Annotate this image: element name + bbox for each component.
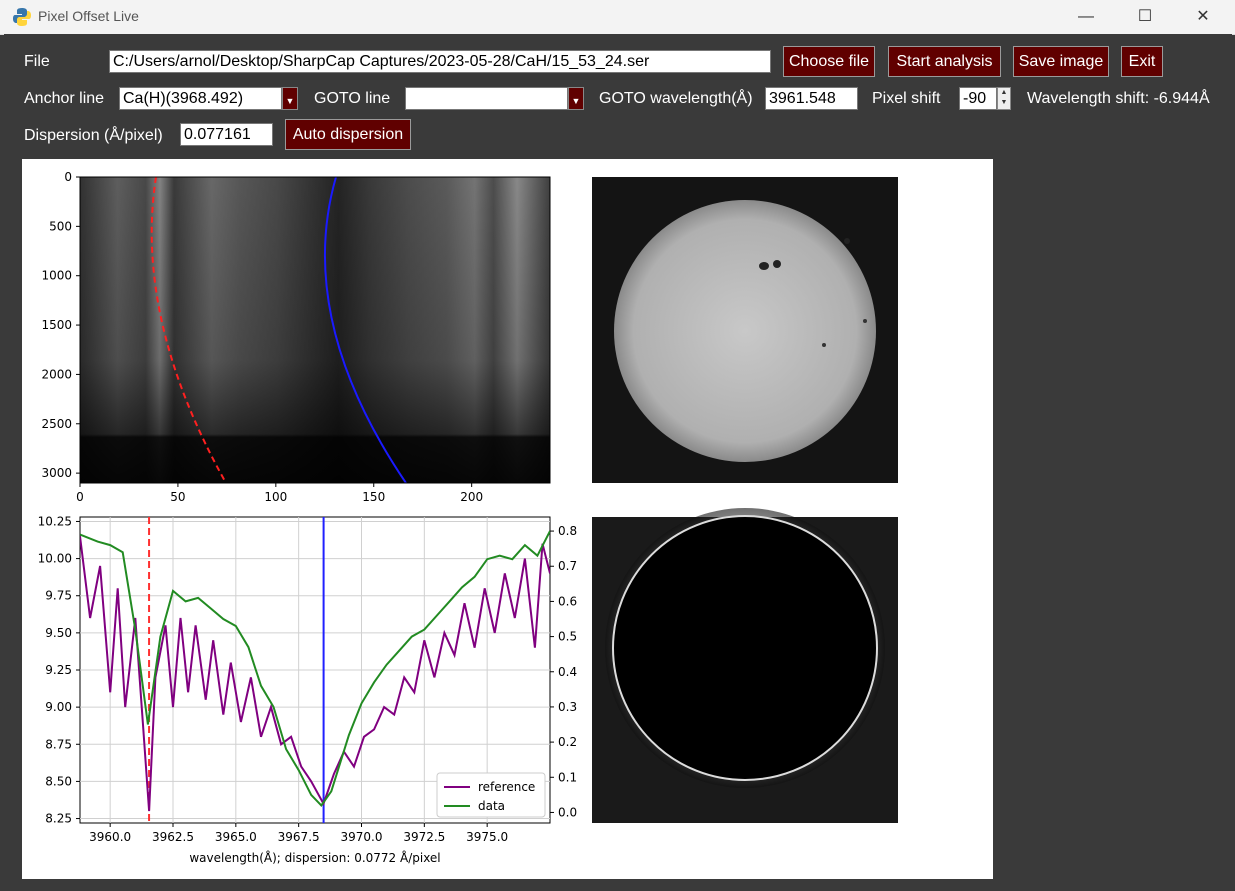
y-right-tick-label: 0.2 — [558, 735, 577, 749]
x-tick-label: 150 — [362, 490, 385, 504]
x-tick-label: 100 — [264, 490, 287, 504]
save-image-button[interactable]: Save image — [1013, 46, 1109, 77]
spectrum-profile-chart: 3960.0 3962.5 3965.0 3967.5 3970.0 3972.5 3975… — [38, 514, 577, 865]
goto-line-label: GOTO line — [314, 90, 391, 107]
y-tick-label: 9.25 — [45, 663, 72, 677]
legend: reference data — [436, 772, 546, 818]
anchor-line-label: Anchor line — [24, 90, 105, 107]
sunspot — [822, 343, 826, 347]
y-right-tick-label: 0.1 — [558, 770, 577, 784]
corona-panel — [592, 508, 898, 823]
y-tick-label: 9.00 — [45, 700, 72, 714]
y-tick-label: 1000 — [41, 269, 72, 283]
y-tick-label: 10.00 — [38, 552, 72, 566]
y-tick-label: 8.25 — [45, 812, 72, 826]
legend-data-label: data — [478, 799, 505, 813]
x-tick-label: 3975.0 — [466, 830, 508, 844]
y-right-tick-label: 0.5 — [558, 630, 577, 644]
stepper-down-icon[interactable]: ▼ — [998, 98, 1010, 108]
y-tick-label: 2000 — [41, 367, 72, 381]
wavelength-shift-readout: Wavelength shift: -6.944Å — [1027, 90, 1210, 107]
x-tick-label: 3960.0 — [89, 830, 131, 844]
y-tick-label: 500 — [49, 219, 72, 233]
x-tick-label: 3967.5 — [278, 830, 320, 844]
auto-dispersion-button[interactable]: Auto dispersion — [285, 119, 411, 150]
profile-xlabel: wavelength(Å); dispersion: 0.0772 Å/pixe… — [189, 850, 440, 865]
goto-line-select[interactable] — [405, 87, 568, 110]
x-tick-label: 3970.0 — [340, 830, 382, 844]
maximize-button[interactable]: ☐ — [1122, 0, 1168, 34]
sunspot — [773, 260, 781, 268]
anchor-line-dropdown-icon[interactable]: ▼ — [282, 87, 298, 110]
minimize-button[interactable]: — — [1063, 0, 1109, 34]
legend-reference-label: reference — [478, 780, 535, 794]
x-tick-label: 3965.0 — [215, 830, 257, 844]
start-analysis-button[interactable]: Start analysis — [888, 46, 1001, 77]
pixel-shift-input[interactable]: -90 — [959, 87, 997, 110]
goto-wavelength-input[interactable]: 3961.548 — [765, 87, 858, 110]
figure-canvas: 0 50 100 150 200 0 500 1000 1500 2000 2500 3000 39… — [22, 159, 993, 879]
file-path-input[interactable]: C:/Users/arnol/Desktop/SharpCap Captures… — [109, 50, 771, 73]
x-tick-label: 50 — [170, 490, 185, 504]
sunspot — [863, 319, 867, 323]
y-tick-label: 2500 — [41, 417, 72, 431]
goto-wavelength-label: GOTO wavelength(Å) — [599, 90, 753, 107]
occulted-disk-image — [612, 515, 878, 781]
y-right-tick-label: 0.4 — [558, 665, 577, 679]
x-tick-label: 3962.5 — [152, 830, 194, 844]
x-tick-label: 0 — [76, 490, 84, 504]
y-right-tick-label: 0.6 — [558, 594, 577, 608]
y-tick-label: 1500 — [41, 318, 72, 332]
figure-svg: 0 50 100 150 200 0 500 1000 1500 2000 2500 3000 39… — [38, 170, 898, 865]
y-tick-label: 0 — [64, 170, 72, 184]
goto-line-dropdown-icon[interactable]: ▼ — [568, 87, 584, 110]
main-panel: File C:/Users/arnol/Desktop/SharpCap Cap… — [4, 34, 1232, 889]
pixel-shift-label: Pixel shift — [872, 90, 941, 107]
y-tick-label: 8.75 — [45, 737, 72, 751]
sun-disk-image — [614, 200, 876, 462]
x-tick-label: 3972.5 — [403, 830, 445, 844]
sunspot — [759, 262, 769, 270]
y-tick-label: 8.50 — [45, 774, 72, 788]
y-tick-label: 10.25 — [38, 514, 72, 528]
pixel-shift-stepper[interactable]: ▲ ▼ — [997, 87, 1011, 110]
anchor-line-select[interactable]: Ca(H)(3968.492) — [119, 87, 282, 110]
y-right-tick-label: 0.0 — [558, 805, 577, 819]
dispersion-input[interactable]: 0.077161 — [180, 123, 273, 146]
stepper-up-icon[interactable]: ▲ — [998, 88, 1010, 98]
sunspot — [844, 238, 850, 244]
y-right-tick-label: 0.3 — [558, 700, 577, 714]
choose-file-button[interactable]: Choose file — [783, 46, 875, 77]
y-tick-label: 9.50 — [45, 626, 72, 640]
spectrum-image-panel: 0 50 100 150 200 0 500 1000 1500 2000 2500 3000 — [41, 170, 551, 504]
window-title: Pixel Offset Live — [38, 8, 139, 24]
dispersion-label: Dispersion (Å/pixel) — [24, 127, 163, 144]
close-button[interactable]: ✕ — [1180, 0, 1226, 34]
sun-disk-panel — [592, 177, 898, 483]
exit-button[interactable]: Exit — [1121, 46, 1163, 77]
y-right-tick-label: 0.7 — [558, 559, 577, 573]
y-tick-label: 9.75 — [45, 589, 72, 603]
python-app-icon — [13, 8, 31, 26]
y-right-tick-label: 0.8 — [558, 524, 577, 538]
title-bar: Pixel Offset Live — ☐ ✕ — [0, 0, 1235, 35]
x-tick-label: 200 — [460, 490, 483, 504]
y-tick-label: 3000 — [41, 466, 72, 480]
file-label: File — [24, 53, 50, 70]
